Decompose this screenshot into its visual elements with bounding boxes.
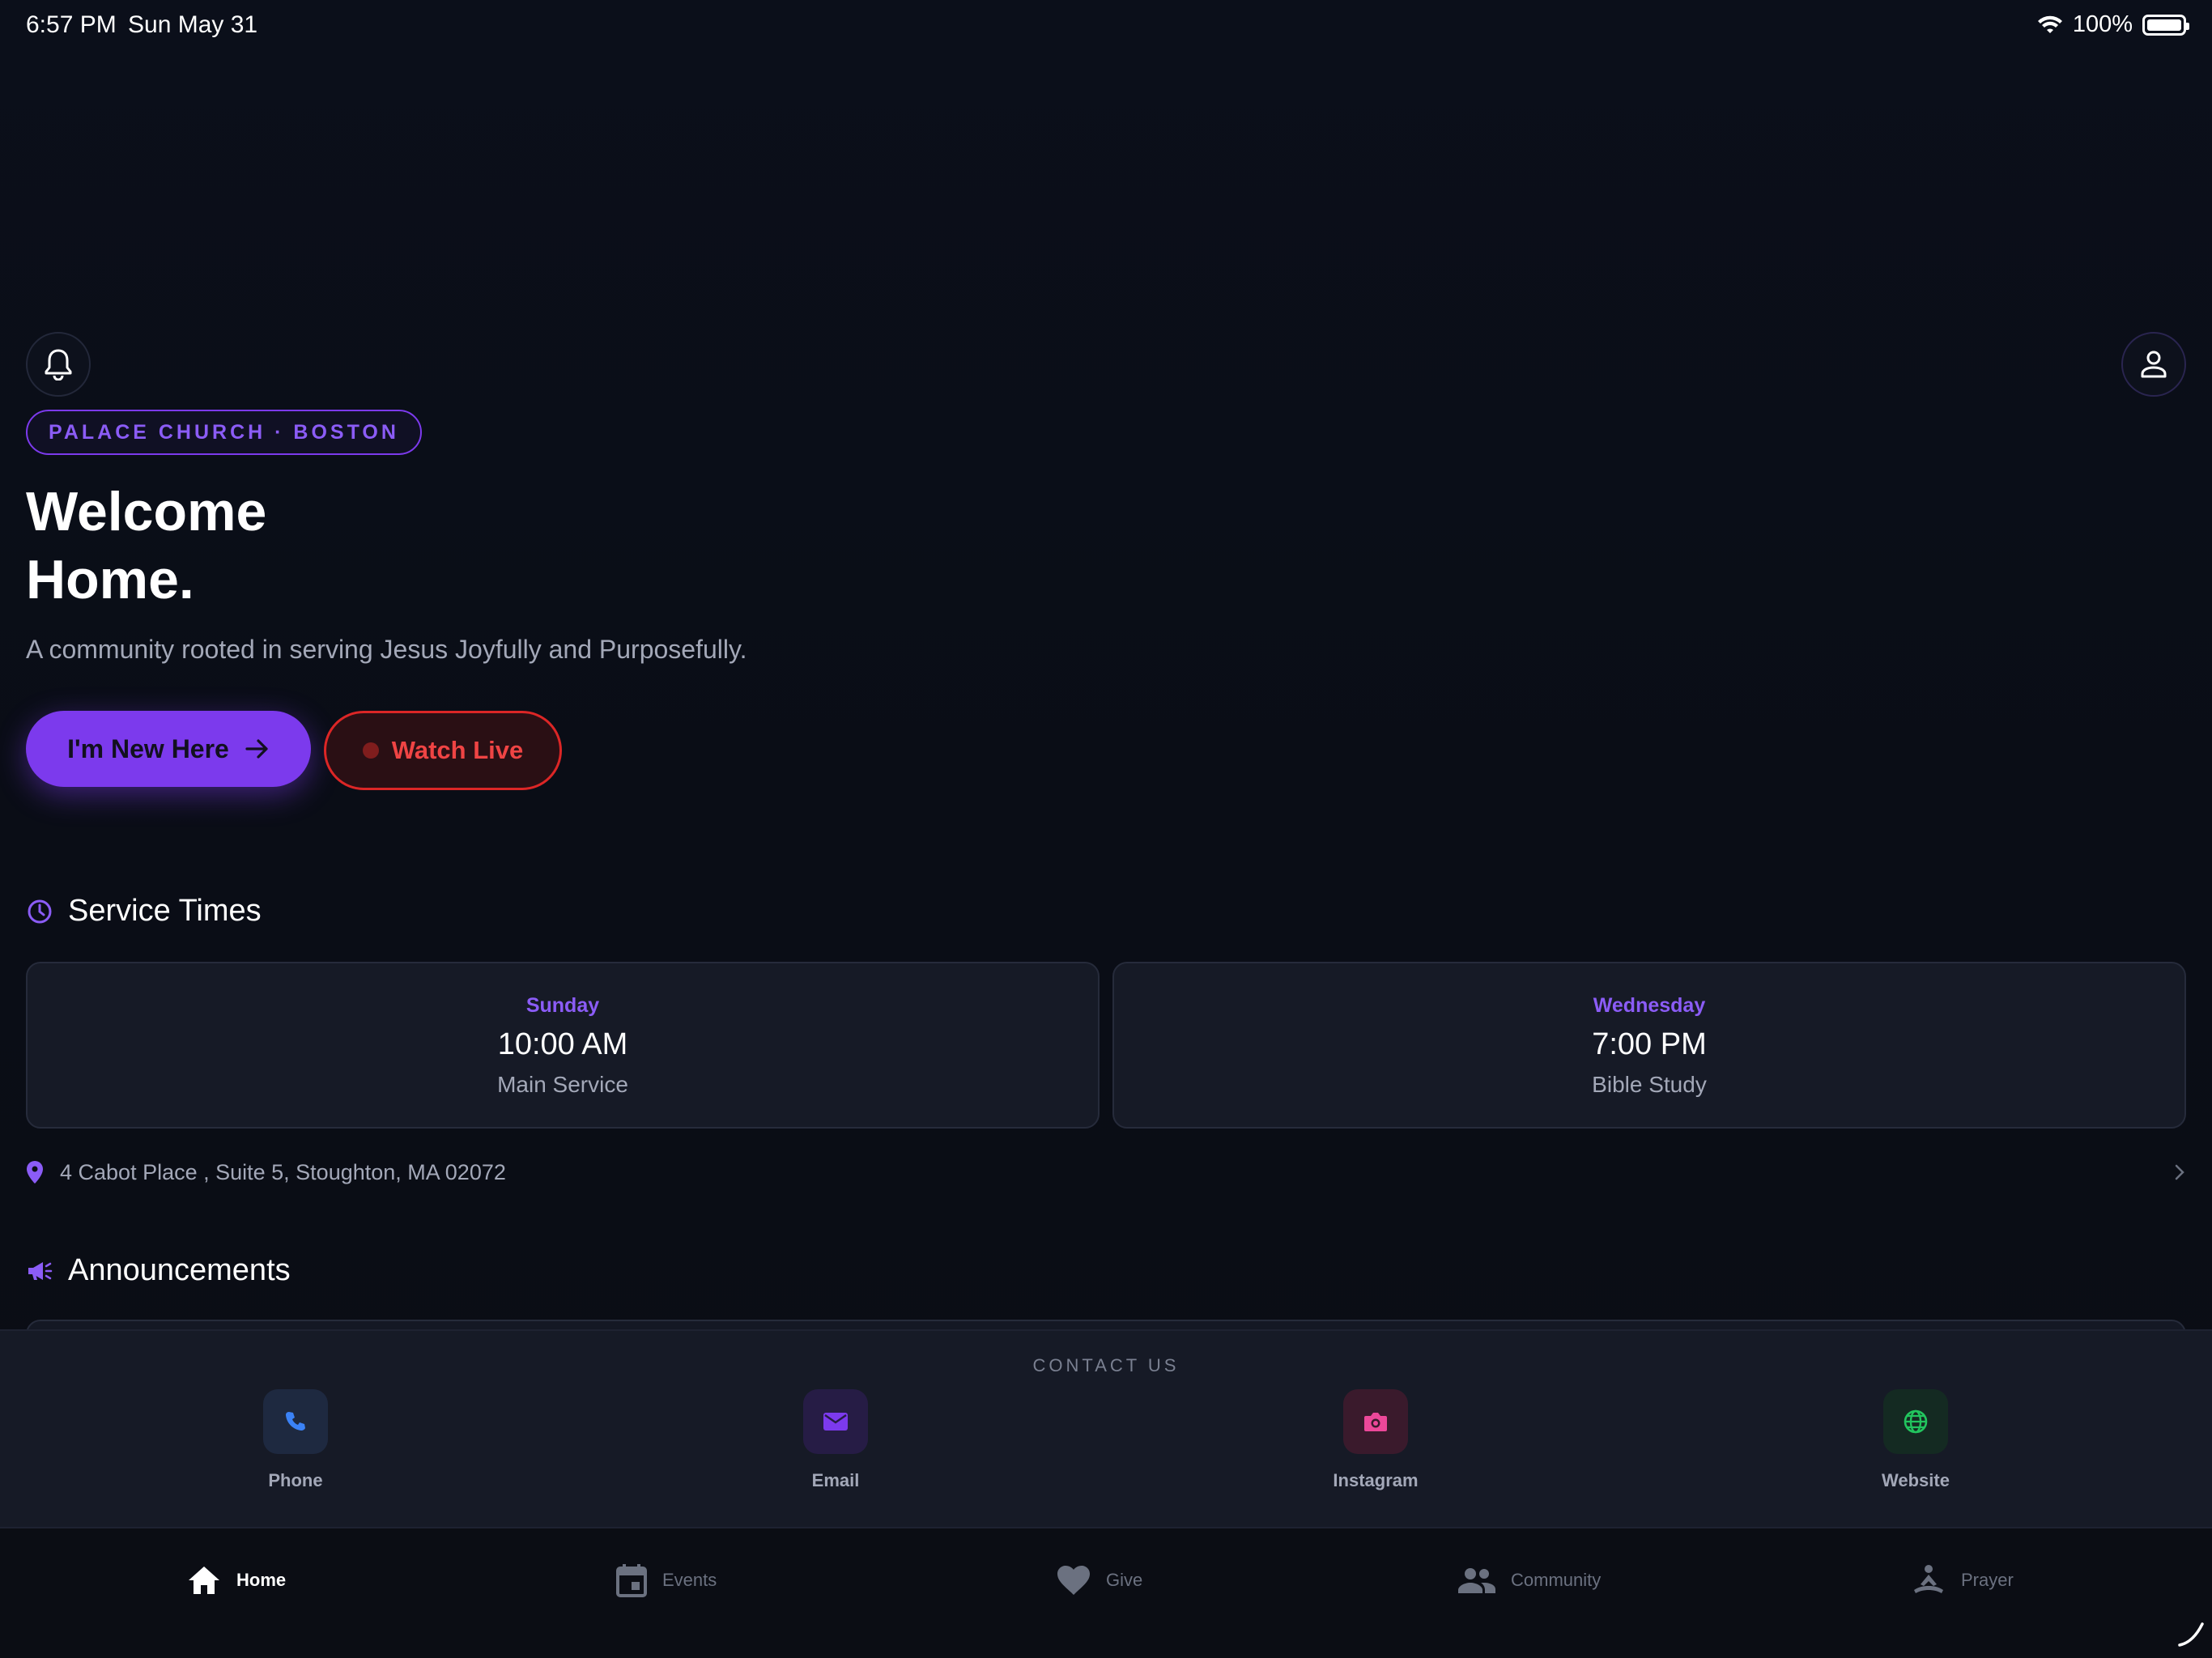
bell-icon [45,349,72,380]
app-screen: 6:57 PM Sun May 31 100% PALACE CHURCH · … [0,0,2212,1658]
tab-label: Home [236,1570,287,1590]
service-day: Sunday [525,994,600,1017]
address-text: 4 Cabot Place , Suite 5, Stoughton, MA 0… [60,1159,506,1184]
person-icon [2141,351,2167,378]
contact-label: Email [811,1470,860,1490]
people-icon [1458,1568,1495,1593]
live-dot-icon [362,742,379,759]
wifi-icon [2037,15,2062,33]
mail-icon [803,1389,868,1454]
announcements-title: Announcements [68,1253,291,1287]
new-here-label: I'm New Here [67,733,229,763]
new-here-button[interactable]: I'm New Here [26,711,311,787]
contact-title: CONTACT US [1032,1355,1180,1375]
service-day: Wednesday [1593,994,1706,1017]
profile-button[interactable] [2121,332,2186,397]
location-pin-icon [27,1161,43,1184]
service-name: Main Service [497,1072,628,1097]
service-card-sunday[interactable]: Sunday 10:00 AM Main Service [26,962,1100,1129]
contact-label: Phone [268,1470,323,1490]
tab-events[interactable]: Events [615,1556,717,1605]
phone-icon [263,1389,328,1454]
arrow-right-icon [245,739,268,759]
page-title: Welcome Home. [26,478,266,614]
tab-label: Prayer [1961,1570,2014,1590]
status-bar: 6:57 PM Sun May 31 100% [0,0,2212,52]
church-badge: PALACE CHURCH · BOSTON [26,410,422,455]
service-time: 7:00 PM [1592,1027,1707,1061]
pencil-scribble-icon [2178,1622,2204,1647]
battery-icon [2142,14,2189,36]
contact-email-button[interactable]: Email [755,1389,917,1491]
contact-instagram-button[interactable]: Instagram [1295,1389,1457,1491]
contact-phone-button[interactable]: Phone [215,1389,376,1491]
prayer-icon [1914,1565,1943,1593]
home-icon [189,1567,219,1594]
camera-icon [1343,1389,1408,1454]
title-line-1: Welcome [26,481,267,542]
announcements-header: Announcements [26,1253,291,1288]
service-time: 10:00 AM [497,1027,628,1061]
chevron-right-icon [2175,1164,2184,1180]
service-name: Bible Study [1592,1072,1707,1097]
contact-label: Website [1882,1470,1950,1490]
calendar-icon [616,1564,647,1597]
bottom-tab-bar: Home Events Give Community Prayer [0,1528,2212,1658]
status-date: Sun May 31 [128,11,258,38]
contact-label: Instagram [1333,1470,1419,1490]
service-card-wednesday[interactable]: Wednesday 7:00 PM Bible Study [1112,962,2186,1129]
megaphone-icon [28,1261,53,1280]
heart-icon [1057,1566,1090,1595]
tab-home[interactable]: Home [186,1556,286,1605]
globe-icon [1883,1389,1948,1454]
status-time: 6:57 PM [26,11,117,38]
watch-live-label: Watch Live [391,736,524,764]
tab-give[interactable]: Give [1056,1556,1142,1605]
tab-label: Events [662,1570,717,1590]
contact-website-button[interactable]: Website [1835,1389,1997,1491]
hero-subtitle: A community rooted in serving Jesus Joyf… [26,635,747,664]
service-times-header: Service Times [26,894,262,929]
watch-live-button[interactable]: Watch Live [324,711,562,790]
status-indicators: 100% [2037,11,2189,38]
tab-community[interactable]: Community [1457,1556,1601,1605]
contact-panel: CONTACT US Phone Email Instagram Website [0,1329,2212,1528]
tab-label: Community [1511,1570,1602,1590]
title-line-2: Home. [26,549,194,610]
battery-percent: 100% [2072,11,2133,37]
service-times-title: Service Times [68,894,262,928]
clock-icon [28,899,52,923]
notifications-button[interactable] [26,332,91,397]
tab-label: Give [1106,1570,1143,1590]
tab-prayer[interactable]: Prayer [1911,1556,2014,1605]
address-row[interactable]: 4 Cabot Place , Suite 5, Stoughton, MA 0… [26,1156,2186,1188]
